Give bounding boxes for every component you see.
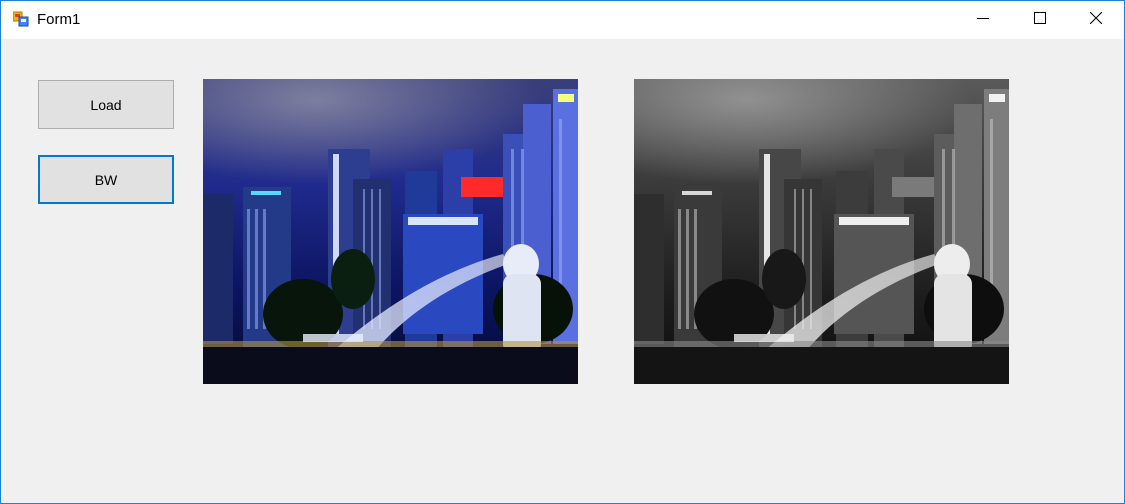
processed-image-picturebox [634,79,1009,384]
city-night-photo-grayscale [634,79,1009,384]
close-button[interactable] [1067,1,1124,39]
maximize-button[interactable] [1011,1,1068,39]
title-bar[interactable]: Form1 [1,1,1124,39]
load-button[interactable]: Load [38,80,174,129]
bw-button[interactable]: BW [38,155,174,204]
close-icon [1089,11,1102,29]
app-window: Form1 Load BW [0,0,1125,504]
minimize-button[interactable] [954,1,1011,39]
maximize-icon [1033,11,1046,29]
window-title: Form1 [37,11,81,28]
original-image-picturebox [203,79,578,384]
city-night-photo [203,79,578,384]
app-icon [12,11,29,27]
form-client-area: Load BW [1,39,1124,503]
minimize-icon [976,11,989,29]
